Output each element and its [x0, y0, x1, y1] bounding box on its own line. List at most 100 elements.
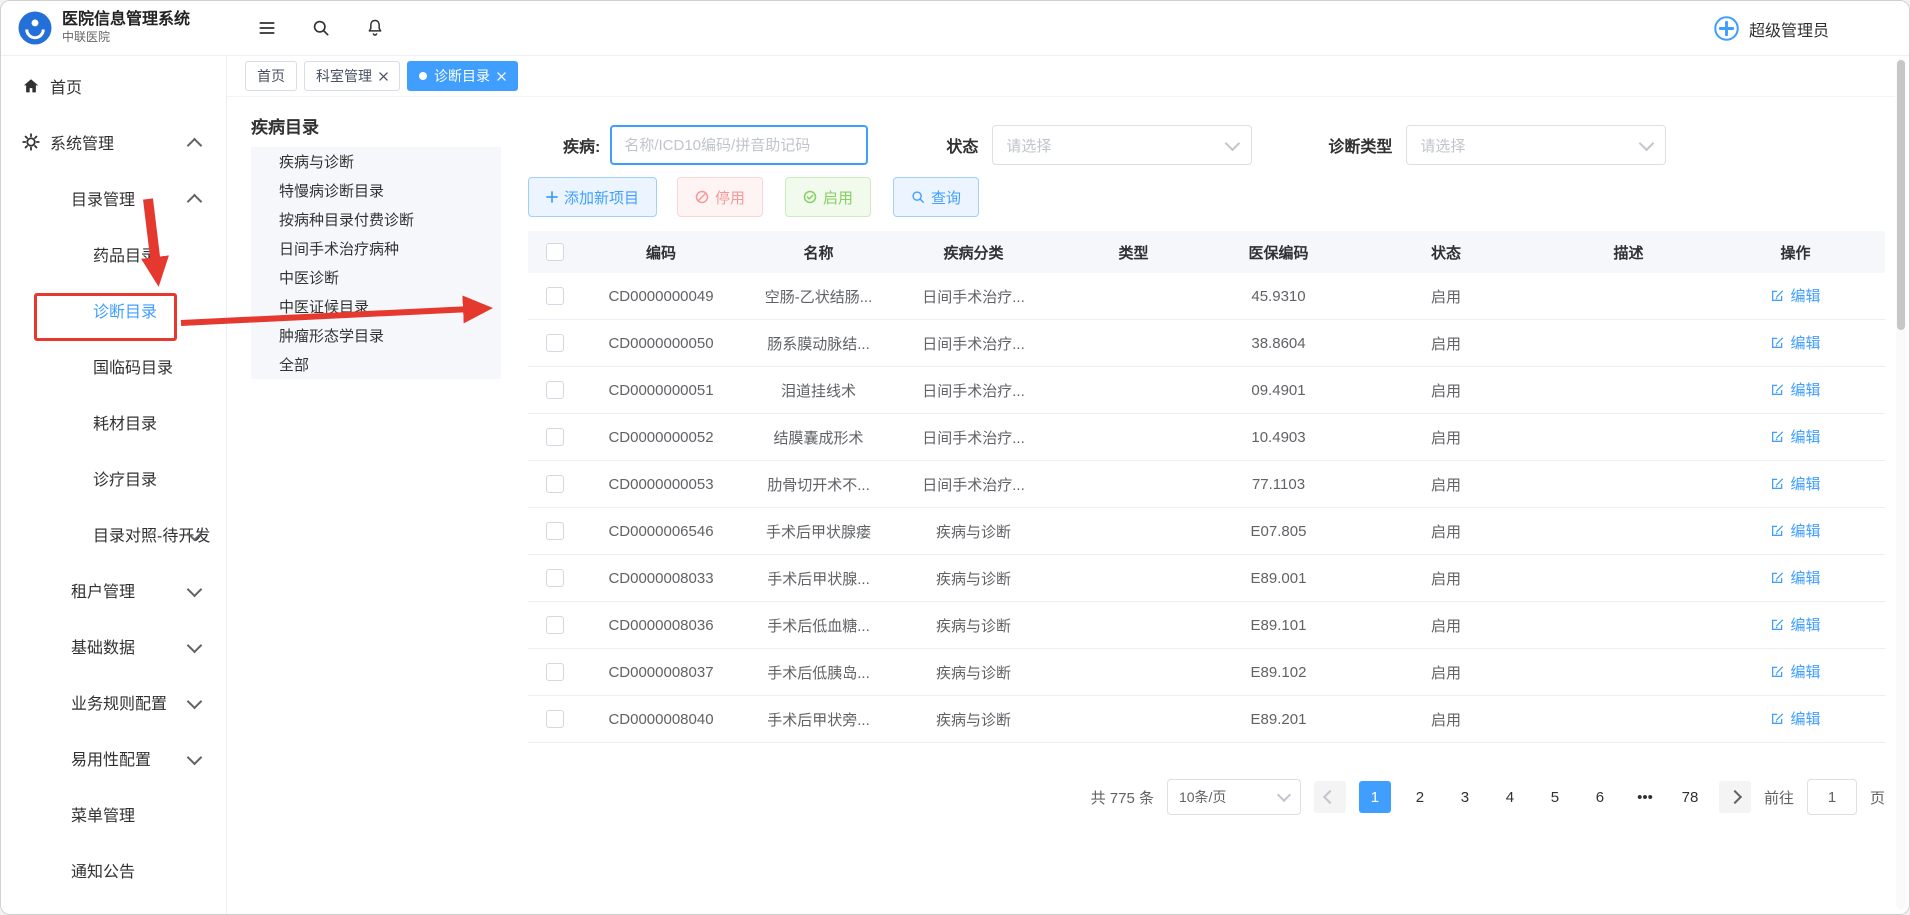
search-icon[interactable] [311, 18, 331, 38]
edit-button[interactable]: 编辑 [1770, 708, 1820, 729]
sidebar-item-home[interactable]: 首页 [1, 58, 226, 114]
last-page-button[interactable]: 78 [1674, 781, 1706, 813]
status-cell: 启用 [1341, 555, 1551, 602]
catalog-item[interactable]: 全部 [251, 350, 501, 379]
sidebar-item-label: 药品目录 [93, 242, 157, 266]
sidebar-item-drug-catalog[interactable]: 药品目录 [1, 226, 226, 282]
chevron-down-icon [187, 582, 203, 598]
prev-page-button[interactable] [1314, 781, 1346, 813]
table-row: CD0000008037 手术后低胰岛... 疾病与诊断 E89.102 启用 [528, 649, 1885, 696]
add-item-button[interactable]: 添加新项目 [528, 177, 657, 217]
sidebar-item-label: 通知公告 [71, 858, 135, 882]
status-select[interactable]: 请选择 [992, 125, 1252, 165]
tab-department-management[interactable]: 科室管理 [304, 61, 400, 91]
header-icons [257, 18, 385, 38]
edit-button[interactable]: 编辑 [1770, 285, 1820, 306]
sidebar-item-basic-data[interactable]: 基础数据 [1, 618, 226, 674]
sidebar-item-diagnosis-catalog[interactable]: 诊断目录 [1, 282, 226, 338]
active-tab-dot-icon [419, 72, 427, 80]
row-checkbox[interactable] [546, 569, 564, 587]
edit-button[interactable]: 编辑 [1770, 567, 1820, 588]
tab-label: 首页 [257, 66, 285, 86]
sidebar-item-consumables-catalog[interactable]: 耗材目录 [1, 394, 226, 450]
pagination-ellipsis[interactable]: ••• [1629, 781, 1661, 813]
next-page-button[interactable] [1719, 781, 1751, 813]
sidebar-item-notice[interactable]: 通知公告 [1, 842, 226, 898]
category-cell: 疾病与诊断 [896, 649, 1051, 696]
scrollbar-track[interactable] [1896, 58, 1906, 910]
goto-label: 前往 [1764, 787, 1794, 808]
enable-button[interactable]: 启用 [785, 177, 871, 217]
page-button[interactable]: 6 [1584, 781, 1616, 813]
page-button[interactable]: 4 [1494, 781, 1526, 813]
diagnosis-type-select[interactable]: 请选择 [1406, 125, 1666, 165]
insurance-code-cell: 45.9310 [1216, 273, 1341, 320]
edit-button[interactable]: 编辑 [1770, 520, 1820, 541]
sidebar-item-usability-config[interactable]: 易用性配置 [1, 730, 226, 786]
category-cell: 疾病与诊断 [896, 555, 1051, 602]
brand: 医院信息管理系统 中联医院 [1, 10, 227, 46]
row-checkbox[interactable] [546, 710, 564, 728]
page-button[interactable]: 3 [1449, 781, 1481, 813]
catalog-item[interactable]: 中医证候目录 [251, 292, 501, 321]
close-icon[interactable] [379, 72, 388, 81]
close-icon[interactable] [497, 72, 506, 81]
row-checkbox[interactable] [546, 381, 564, 399]
disable-button[interactable]: 停用 [677, 177, 763, 217]
catalog-item[interactable]: 日间手术治疗病种 [251, 234, 501, 263]
disease-search-input[interactable] [610, 125, 868, 165]
edit-button[interactable]: 编辑 [1770, 614, 1820, 635]
edit-button[interactable]: 编辑 [1770, 661, 1820, 682]
category-cell: 日间手术治疗... [896, 414, 1051, 461]
sidebar-item-national-code-catalog[interactable]: 国临码目录 [1, 338, 226, 394]
edit-button[interactable]: 编辑 [1770, 473, 1820, 494]
edit-label: 编辑 [1790, 520, 1820, 541]
sidebar-item-treatment-catalog[interactable]: 诊疗目录 [1, 450, 226, 506]
page-size-select[interactable]: 10条/页 [1167, 779, 1301, 815]
disease-filter-label: 疾病: [563, 133, 600, 157]
page-button[interactable]: 2 [1404, 781, 1436, 813]
tab-home[interactable]: 首页 [245, 61, 297, 91]
row-checkbox[interactable] [546, 522, 564, 540]
sidebar-item-business-rules[interactable]: 业务规则配置 [1, 674, 226, 730]
edit-button[interactable]: 编辑 [1770, 332, 1820, 353]
edit-button[interactable]: 编辑 [1770, 426, 1820, 447]
sidebar-item-tenant-management[interactable]: 租户管理 [1, 562, 226, 618]
row-checkbox[interactable] [546, 287, 564, 305]
tab-diagnosis-catalog[interactable]: 诊断目录 [407, 61, 518, 91]
page-button[interactable]: 5 [1539, 781, 1571, 813]
row-checkbox[interactable] [546, 663, 564, 681]
user-menu[interactable]: 超级管理员 [1713, 1, 1829, 56]
sidebar-item-system-management[interactable]: 系统管理 [1, 114, 226, 170]
category-cell: 疾病与诊断 [896, 602, 1051, 649]
row-checkbox[interactable] [546, 334, 564, 352]
select-all-checkbox[interactable] [546, 243, 564, 261]
edit-button[interactable]: 编辑 [1770, 379, 1820, 400]
name-cell: 手术后甲状旁... [741, 696, 896, 743]
scrollbar-thumb[interactable] [1897, 60, 1905, 330]
row-checkbox[interactable] [546, 475, 564, 493]
description-cell [1551, 602, 1706, 649]
row-checkbox[interactable] [546, 428, 564, 446]
sidebar-item-label: 诊疗目录 [93, 466, 157, 490]
pagination: 共 775 条 10条/页 1 2 3 4 5 [528, 779, 1885, 815]
catalog-item[interactable]: 按病种目录付费诊断 [251, 205, 501, 234]
goto-page-input[interactable] [1807, 779, 1857, 815]
sidebar-item-catalog-compare[interactable]: 目录对照-待开发 [1, 506, 226, 562]
category-cell: 疾病与诊断 [896, 508, 1051, 555]
sidebar-item-label: 首页 [50, 74, 82, 98]
row-checkbox[interactable] [546, 616, 564, 634]
page-button[interactable]: 1 [1359, 781, 1391, 813]
catalog-item[interactable]: 中医诊断 [251, 263, 501, 292]
query-button[interactable]: 查询 [893, 177, 979, 217]
catalog-item[interactable]: 疾病与诊断 [251, 147, 501, 176]
catalog-item[interactable]: 特慢病诊断目录 [251, 176, 501, 205]
sidebar-item-menu-management[interactable]: 菜单管理 [1, 786, 226, 842]
page-buttons: 1 2 3 4 5 6 [1359, 781, 1616, 813]
sidebar-item-catalog-management[interactable]: 目录管理 [1, 170, 226, 226]
hamburger-menu-icon[interactable] [257, 18, 277, 38]
catalog-item[interactable]: 肿瘤形态学目录 [251, 321, 501, 350]
description-cell [1551, 320, 1706, 367]
disable-label: 停用 [715, 187, 745, 208]
bell-icon[interactable] [365, 18, 385, 38]
